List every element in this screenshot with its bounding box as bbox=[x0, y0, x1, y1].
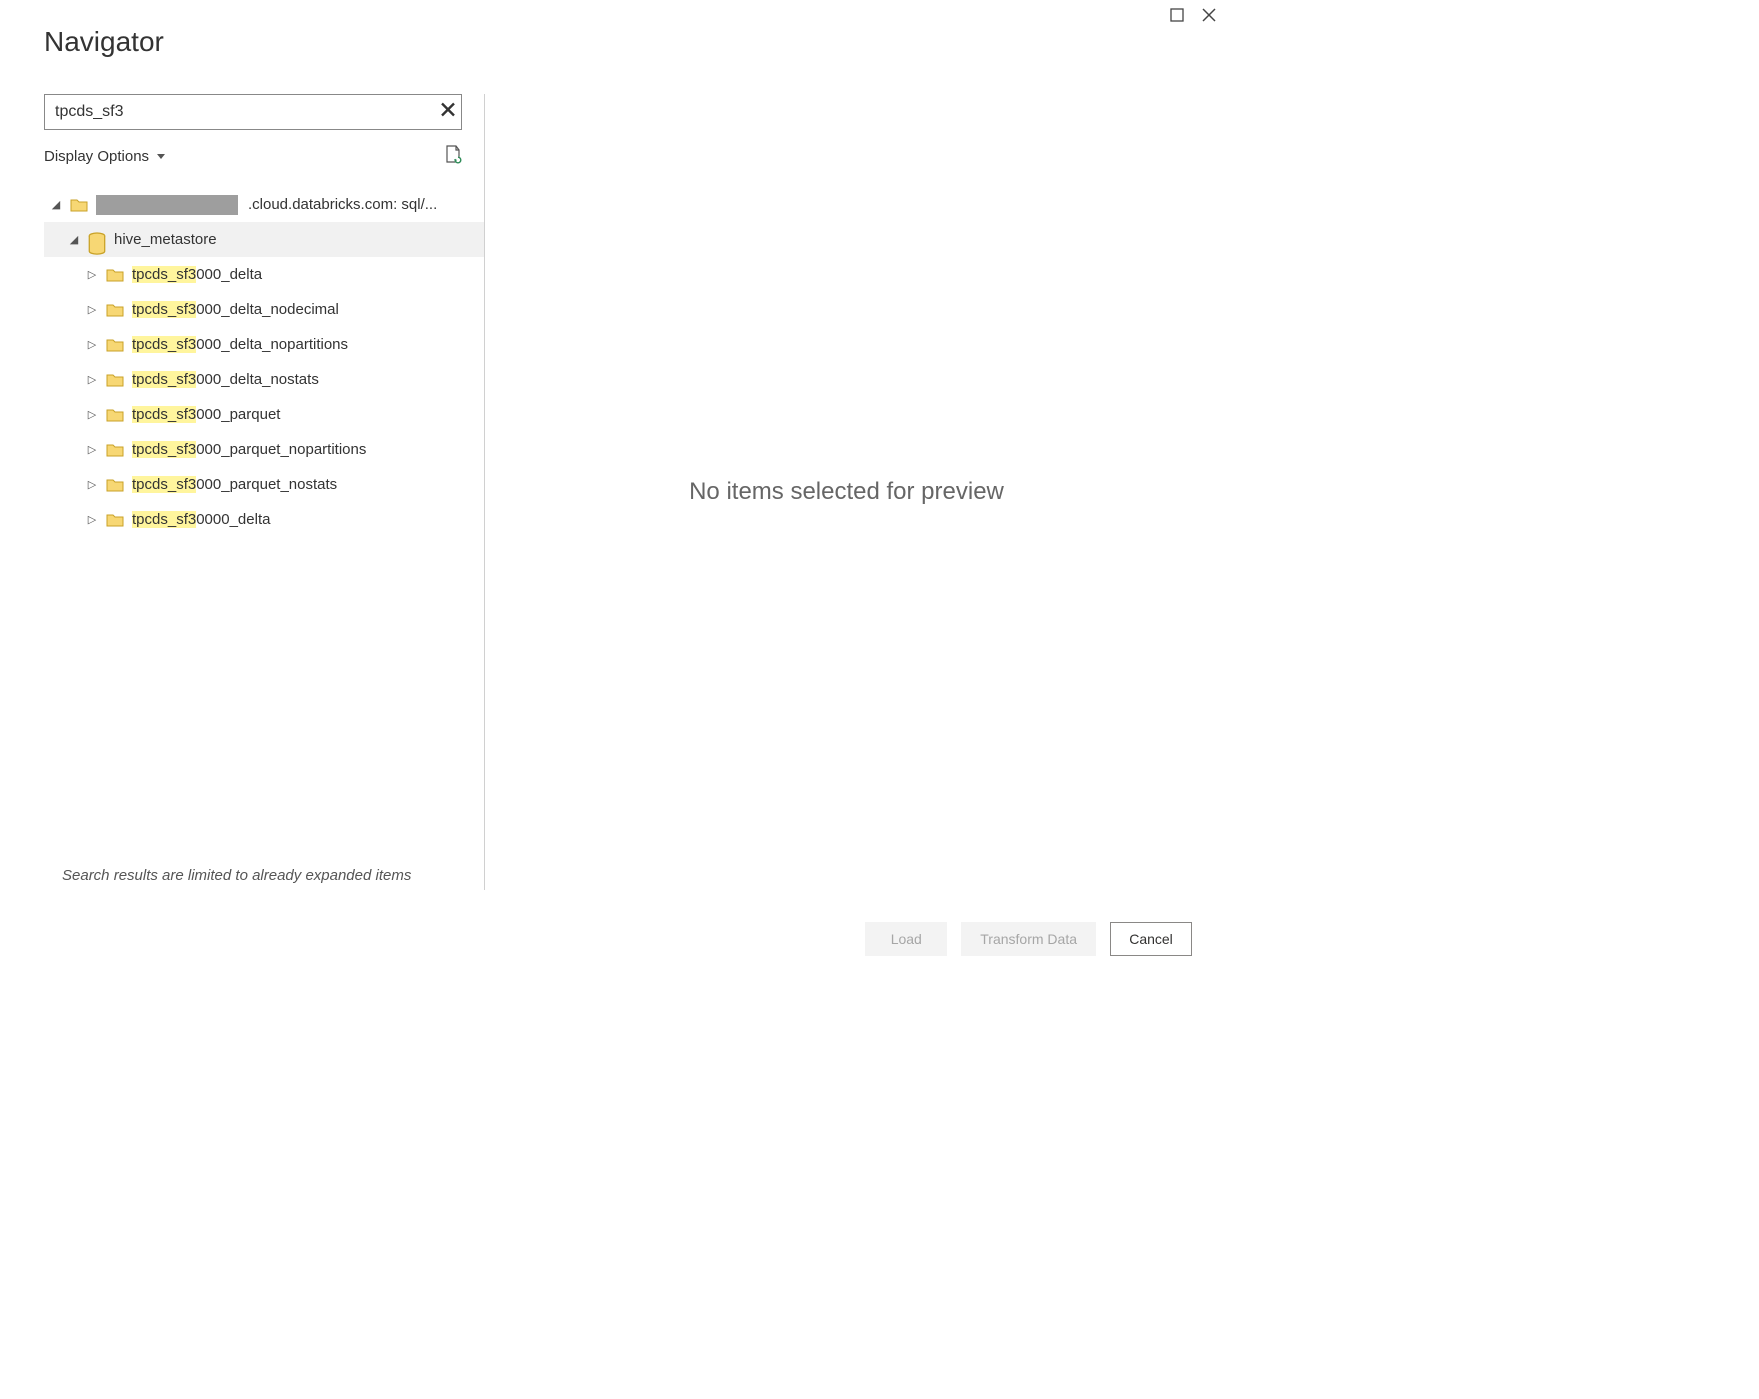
clear-search-icon[interactable] bbox=[441, 103, 455, 122]
schema-label: tpcds_sf3000_parquet bbox=[132, 406, 280, 423]
display-options-dropdown[interactable]: Display Options bbox=[44, 148, 165, 165]
expand-icon[interactable]: ▷ bbox=[86, 303, 98, 316]
folder-icon bbox=[106, 477, 124, 492]
expand-icon[interactable]: ▷ bbox=[86, 443, 98, 456]
tree-schema-item[interactable]: ▷ tpcds_sf3000_parquet_nostats bbox=[44, 467, 484, 502]
tree-schema-item[interactable]: ▷ tpcds_sf3000_parquet_nopartitions bbox=[44, 432, 484, 467]
tree-metastore[interactable]: ◢ hive_metastore bbox=[44, 222, 484, 257]
chevron-down-icon bbox=[157, 154, 165, 159]
tree-schema-item[interactable]: ▷ tpcds_sf3000_delta bbox=[44, 257, 484, 292]
collapse-icon[interactable]: ◢ bbox=[68, 233, 80, 246]
pane-divider bbox=[484, 94, 485, 890]
folder-icon bbox=[106, 512, 124, 527]
folder-icon bbox=[106, 337, 124, 352]
connection-label: .cloud.databricks.com: sql/... bbox=[248, 196, 437, 213]
expand-icon[interactable]: ▷ bbox=[86, 338, 98, 351]
dialog-title: Navigator bbox=[44, 26, 164, 58]
schema-label: tpcds_sf3000_delta bbox=[132, 266, 262, 283]
maximize-icon[interactable] bbox=[1170, 8, 1184, 22]
metastore-label: hive_metastore bbox=[114, 231, 217, 248]
folder-icon bbox=[106, 267, 124, 282]
database-icon bbox=[88, 232, 106, 247]
search-input[interactable] bbox=[45, 95, 461, 129]
refresh-icon[interactable] bbox=[444, 144, 462, 169]
expand-icon[interactable]: ▷ bbox=[86, 408, 98, 421]
navigator-dialog: Navigator Display Options bbox=[0, 0, 1228, 980]
dialog-buttons: Load Transform Data Cancel bbox=[865, 922, 1192, 956]
cancel-button[interactable]: Cancel bbox=[1110, 922, 1192, 956]
folder-icon bbox=[106, 302, 124, 317]
folder-icon bbox=[106, 372, 124, 387]
display-options-label: Display Options bbox=[44, 148, 149, 165]
search-hint: Search results are limited to already ex… bbox=[62, 867, 411, 884]
tree-schema-item[interactable]: ▷ tpcds_sf3000_parquet bbox=[44, 397, 484, 432]
tree-schema-item[interactable]: ▷ tpcds_sf3000_delta_nostats bbox=[44, 362, 484, 397]
expand-icon[interactable]: ▷ bbox=[86, 513, 98, 526]
folder-icon bbox=[106, 407, 124, 422]
tree-schema-item[interactable]: ▷ tpcds_sf3000_delta_nopartitions bbox=[44, 327, 484, 362]
tree-schema-item[interactable]: ▷ tpcds_sf30000_delta bbox=[44, 502, 484, 537]
close-icon[interactable] bbox=[1202, 8, 1216, 22]
navigator-tree: ◢ .cloud.databricks.com: sql/... ◢ hive_… bbox=[44, 187, 484, 537]
schema-label: tpcds_sf3000_delta_nodecimal bbox=[132, 301, 339, 318]
search-field-wrap bbox=[44, 94, 462, 130]
tree-schema-item[interactable]: ▷ tpcds_sf3000_delta_nodecimal bbox=[44, 292, 484, 327]
schema-label: tpcds_sf3000_parquet_nostats bbox=[132, 476, 337, 493]
window-controls bbox=[1170, 8, 1216, 22]
navigator-left-pane: Display Options ◢ bbox=[44, 94, 484, 890]
tree-root-connection[interactable]: ◢ .cloud.databricks.com: sql/... bbox=[44, 187, 484, 222]
schema-label: tpcds_sf3000_delta_nostats bbox=[132, 371, 319, 388]
expand-icon[interactable]: ▷ bbox=[86, 478, 98, 491]
schema-label: tpcds_sf3000_parquet_nopartitions bbox=[132, 441, 366, 458]
folder-icon bbox=[106, 442, 124, 457]
preview-empty-message: No items selected for preview bbox=[689, 478, 1004, 506]
folder-icon bbox=[70, 197, 88, 212]
load-button[interactable]: Load bbox=[865, 922, 947, 956]
expand-icon[interactable]: ▷ bbox=[86, 268, 98, 281]
schema-label: tpcds_sf30000_delta bbox=[132, 511, 270, 528]
redacted-host bbox=[96, 195, 238, 215]
transform-data-button[interactable]: Transform Data bbox=[961, 922, 1096, 956]
preview-pane: No items selected for preview bbox=[495, 94, 1198, 890]
expand-icon[interactable]: ▷ bbox=[86, 373, 98, 386]
schema-label: tpcds_sf3000_delta_nopartitions bbox=[132, 336, 348, 353]
collapse-icon[interactable]: ◢ bbox=[50, 198, 62, 211]
